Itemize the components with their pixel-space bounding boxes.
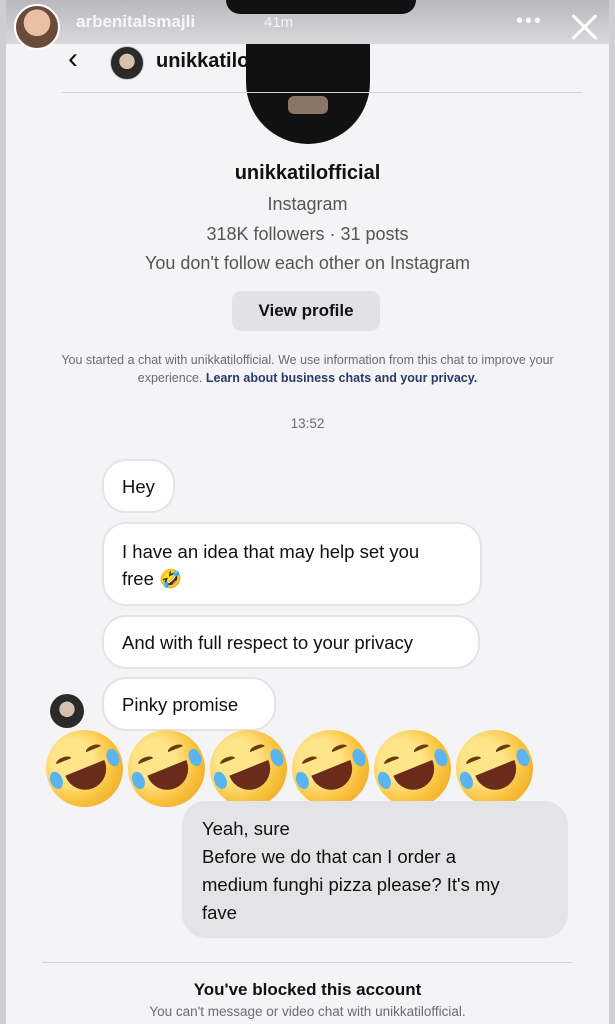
message-bubble[interactable]: I have an idea that may help set you fre… — [102, 522, 482, 606]
reply-text: fave — [202, 902, 237, 923]
message-text: free 🤣 — [122, 568, 183, 589]
sender-avatar[interactable] — [50, 694, 84, 728]
story-bar: arbenitalsmajli 41m ••• — [6, 0, 609, 50]
follow-status: You don't follow each other on Instagram — [145, 253, 470, 273]
reply-text: medium funghi pizza please? It's my — [202, 874, 500, 895]
close-icon[interactable] — [568, 10, 602, 44]
more-icon[interactable]: ••• — [516, 10, 543, 33]
profile-name: unikkatilofficial — [234, 162, 381, 184]
view-profile-button[interactable]: View profile — [232, 291, 380, 331]
message-text: Pinky promise — [122, 694, 239, 715]
header-avatar[interactable] — [110, 46, 144, 80]
story-frame: arbenitalsmajli 41m ••• ‹ unikkatiloffic… — [6, 0, 609, 1024]
reply-text: Before we do that can I order a — [202, 846, 457, 867]
message-timestamp: 13:52 — [290, 416, 325, 431]
reply-bubble[interactable]: Yeah, sure Before we do that can I order… — [182, 801, 568, 938]
emoji-message[interactable] — [34, 718, 566, 819]
chat-disclaimer: You started a chat with unikkatilofficia… — [46, 351, 569, 387]
reply-text: Yeah, sure — [202, 818, 290, 839]
chat-header-name[interactable]: unikkatilofficial — [156, 50, 302, 73]
story-avatar[interactable] — [14, 4, 60, 50]
message-bubble[interactable]: And with full respect to your privacy — [102, 615, 480, 669]
screen-edge-left — [0, 0, 6, 1024]
privacy-link[interactable]: Learn about business chats and your priv… — [206, 371, 477, 385]
story-time: 41m — [264, 14, 294, 31]
screen-edge-right — [609, 0, 615, 1024]
header-divider — [62, 92, 582, 93]
phone-notch — [226, 0, 416, 14]
message-text: I have an idea that may help set you — [122, 541, 420, 562]
profile-stats: 318K followers · 31 posts — [206, 224, 409, 244]
message-bubble[interactable]: Hey — [102, 459, 175, 513]
message-text: And with full respect to your privacy — [122, 632, 413, 653]
back-icon[interactable]: ‹ — [68, 44, 90, 74]
rolling-on-floor-laughing-icon — [34, 718, 135, 819]
blocked-title: You've blocked this account — [193, 980, 422, 999]
message-bubble[interactable]: Pinky promise — [102, 677, 276, 731]
story-username[interactable]: arbenitalsmajli — [76, 12, 195, 32]
message-text: Hey — [122, 476, 155, 497]
profile-platform: Instagram — [267, 194, 348, 214]
blocked-subtitle: You can't message or video chat with uni… — [149, 1004, 466, 1019]
blocked-divider — [42, 962, 572, 963]
